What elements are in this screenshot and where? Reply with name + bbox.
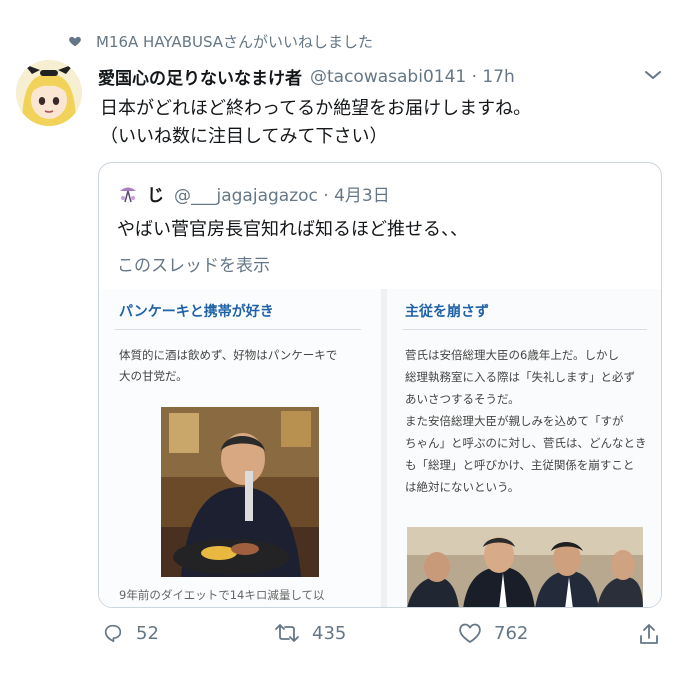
social-context: M16A HAYABUSAさんがいいねしました bbox=[68, 30, 373, 52]
reply-count: 52 bbox=[136, 622, 159, 644]
author-name[interactable]: 愛国心の足りないなまけ者 bbox=[98, 64, 302, 89]
quoted-name[interactable]: じ bbox=[147, 181, 164, 206]
quoted-handle-date[interactable]: @___jagajagazoc · 4月3日 bbox=[174, 181, 390, 206]
panel-body-line: また安倍総理大臣が親しみを込めて「すが bbox=[405, 414, 624, 428]
panel-caption: 9年前のダイエットで14キロ減量して以 bbox=[119, 588, 325, 602]
panel-divider bbox=[115, 329, 361, 330]
article-panel-left: パンケーキと携帯が好き 体質的に酒は飲めず、好物はパンケーキで 大の甘党だ。 9… bbox=[99, 289, 381, 607]
share-button[interactable] bbox=[638, 622, 672, 646]
panel-body-line: 体質的に酒は飲めず、好物はパンケーキで bbox=[119, 348, 338, 362]
reply-button[interactable]: 52 bbox=[102, 622, 159, 644]
like-icon bbox=[459, 623, 481, 643]
retweet-icon bbox=[275, 624, 299, 642]
officials-photo bbox=[407, 527, 643, 607]
retweet-count: 435 bbox=[312, 622, 347, 644]
avatar-illustration bbox=[16, 60, 82, 126]
panel-body-line: 菅氏は安倍総理大臣の6歳年上だ。しかし bbox=[405, 348, 619, 362]
panel-body-line: も「総理」と呼びかけ、主従関係を崩すこと bbox=[405, 458, 635, 472]
tweet-actions: 52 435 762 bbox=[102, 622, 662, 652]
quoted-media[interactable]: パンケーキと携帯が好き 体質的に酒は飲めず、好物はパンケーキで 大の甘党だ。 9… bbox=[99, 289, 661, 607]
liked-by-text[interactable]: M16A HAYABUSAさんがいいねしました bbox=[96, 31, 373, 52]
panel-heading: パンケーキと携帯が好き bbox=[119, 304, 274, 320]
like-button[interactable]: 762 bbox=[458, 622, 528, 644]
pancake-photo bbox=[161, 407, 319, 577]
heart-icon bbox=[69, 36, 81, 47]
like-count: 762 bbox=[494, 622, 529, 644]
author-handle-time[interactable]: @tacowasabi0141 · 17h bbox=[310, 67, 515, 87]
show-thread-link[interactable]: このスレッドを表示 bbox=[117, 251, 270, 276]
panel-body-line: は絶対にないという。 bbox=[405, 480, 520, 494]
tweet-text-line: 日本がどれほど終わってるか絶望をお届けしますね。 bbox=[100, 98, 532, 119]
quoted-avatar[interactable] bbox=[117, 182, 139, 205]
quoted-text: やばい菅官房長官知れば知るほど推せる、、 bbox=[117, 219, 468, 240]
chevron-down-icon[interactable] bbox=[642, 66, 664, 84]
panel-heading: 主従を崩さず bbox=[405, 304, 489, 320]
panel-body-line: 大の甘党だ。 bbox=[119, 369, 188, 383]
panel-divider bbox=[403, 329, 647, 330]
retweet-button[interactable]: 435 bbox=[274, 622, 346, 644]
article-panel-right: 主従を崩さず 菅氏は安倍総理大臣の6歳年上だ。しかし 総理執務室に入る際は「失礼… bbox=[387, 289, 661, 607]
reply-icon bbox=[104, 624, 122, 643]
tweet-text-line: （いいね数に注目してみて下さい） bbox=[100, 126, 388, 147]
quoted-tweet-card[interactable]: じ @___jagajagazoc · 4月3日 やばい菅官房長官知れば知るほど… bbox=[98, 162, 662, 608]
quoted-header: じ @___jagajagazoc · 4月3日 bbox=[117, 181, 390, 206]
panel-body-line: あいさつするそうだ。 bbox=[405, 392, 520, 406]
panel-body-line: ちゃん」と呼ぶのに対し、菅氏は、どんなとき bbox=[405, 436, 647, 450]
tweet-header: 愛国心の足りないなまけ者 @tacowasabi0141 · 17h bbox=[98, 64, 515, 90]
avatar[interactable] bbox=[16, 60, 82, 126]
share-icon bbox=[640, 624, 658, 644]
panel-body-line: 総理執務室に入る際は「失礼します」と必ず bbox=[405, 370, 635, 384]
